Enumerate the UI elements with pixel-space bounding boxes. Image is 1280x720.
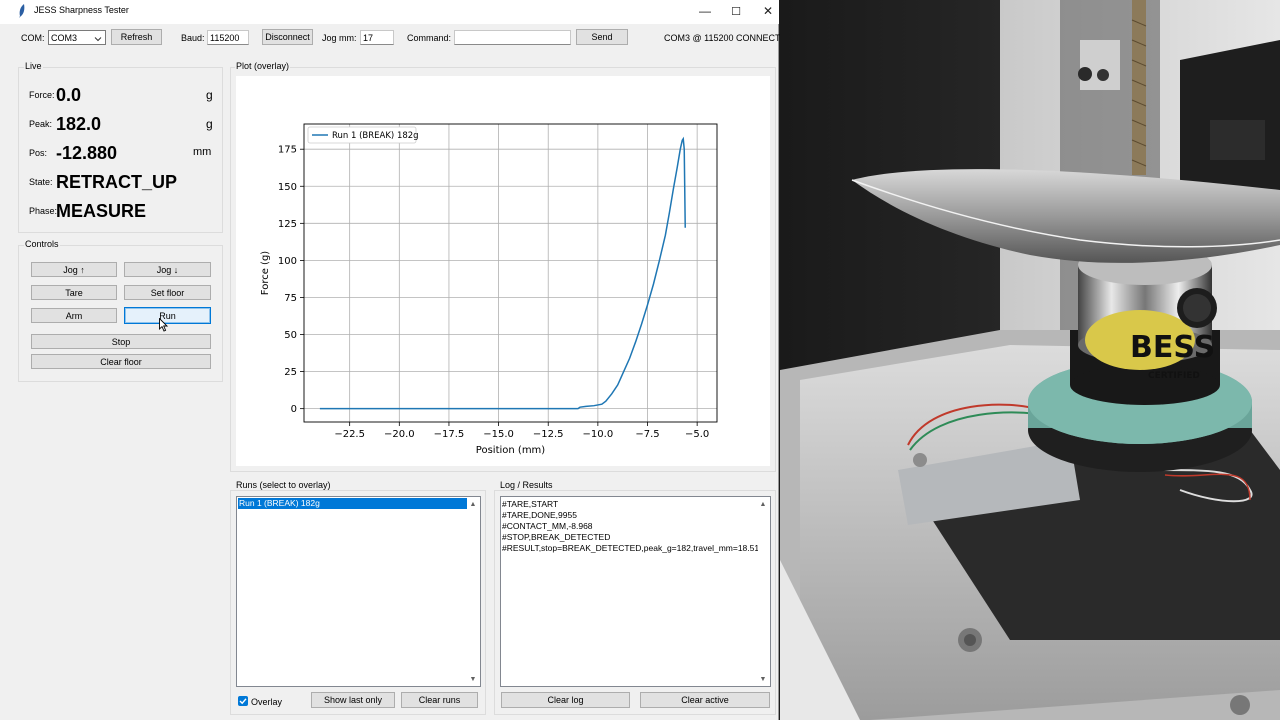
show-last-only-button[interactable]: Show last only bbox=[311, 692, 395, 708]
baud-label: Baud: bbox=[181, 33, 205, 43]
y-tick-label: 0 bbox=[291, 404, 297, 415]
log-line: #TARE,START bbox=[502, 499, 559, 509]
clear-floor-button[interactable]: Clear floor bbox=[31, 354, 211, 369]
legend-label: Run 1 (BREAK) 182g bbox=[332, 131, 419, 141]
com-select-value: COM3 bbox=[51, 32, 78, 43]
list-item[interactable]: Run 1 (BREAK) 182g bbox=[238, 498, 467, 509]
checkmark-icon bbox=[239, 698, 247, 705]
pos-label: Pos: bbox=[29, 148, 48, 158]
minimize-icon: — bbox=[699, 4, 711, 18]
phase-label: Phase: bbox=[29, 206, 58, 216]
arm-button[interactable]: Arm bbox=[31, 308, 117, 323]
overlay-checkbox[interactable] bbox=[238, 696, 248, 706]
com-label: COM: bbox=[21, 33, 45, 43]
log-line: #STOP,BREAK_DETECTED bbox=[502, 532, 611, 542]
window-title: JESS Sharpness Tester bbox=[34, 5, 129, 15]
state-label: State: bbox=[29, 177, 53, 187]
scroll-down-icon[interactable]: ▼ bbox=[758, 674, 768, 684]
plot-canvas[interactable]: −22.5 −20.0 −17.5 −15.0 −12.5 −10.0 −7.5 −5.0 0… bbox=[236, 76, 770, 466]
send-button[interactable]: Send bbox=[576, 29, 628, 45]
set-floor-button[interactable]: Set floor bbox=[124, 285, 211, 300]
y-tick-label: 100 bbox=[278, 256, 297, 267]
jog-down-button[interactable]: Jog ↓ bbox=[124, 262, 211, 277]
jog-mm-label: Jog mm: bbox=[322, 33, 357, 43]
live-frame-title: Live bbox=[24, 61, 43, 71]
chart-legend: Run 1 (BREAK) 182g bbox=[307, 126, 419, 144]
command-input[interactable] bbox=[454, 30, 571, 45]
title-bar: JESS Sharpness Tester — ☐ ✕ bbox=[0, 0, 779, 24]
scroll-down-icon[interactable]: ▼ bbox=[468, 674, 478, 684]
force-label: Force: bbox=[29, 90, 55, 100]
plot-frame-title: Plot (overlay) bbox=[235, 61, 291, 71]
y-tick-label: 125 bbox=[278, 219, 297, 230]
baud-input[interactable]: 115200 bbox=[207, 30, 249, 45]
maximize-icon: ☐ bbox=[731, 5, 741, 18]
log-line: #RESULT,stop=BREAK_DETECTED,peak_g=182,t… bbox=[502, 543, 758, 553]
com-select[interactable]: COM3 bbox=[48, 30, 106, 45]
tester-photo-illustration: BESS CERTIFIED bbox=[780, 0, 1280, 720]
y-axis-ticks: 0 25 50 75 100 125 150 175 bbox=[278, 145, 304, 415]
camera-photo: BESS CERTIFIED bbox=[780, 0, 1280, 720]
connection-status: COM3 @ 115200 CONNECTED bbox=[664, 33, 794, 43]
clear-log-button[interactable]: Clear log bbox=[501, 692, 630, 708]
scroll-up-icon[interactable]: ▲ bbox=[468, 499, 478, 509]
x-tick-label: −20.0 bbox=[384, 429, 415, 440]
force-position-chart: −22.5 −20.0 −17.5 −15.0 −12.5 −10.0 −7.5 −5.0 0… bbox=[260, 123, 718, 456]
chart-series bbox=[319, 136, 686, 410]
x-tick-label: −7.5 bbox=[635, 429, 659, 440]
force-unit: g bbox=[206, 88, 213, 102]
log-frame-title: Log / Results bbox=[499, 480, 554, 490]
scroll-up-icon[interactable]: ▲ bbox=[758, 499, 768, 509]
jog-mm-input[interactable]: 17 bbox=[360, 30, 394, 45]
close-icon: ✕ bbox=[762, 4, 774, 18]
x-axis-label: Position (mm) bbox=[476, 445, 545, 456]
y-tick-label: 150 bbox=[278, 182, 297, 193]
x-tick-label: −10.0 bbox=[583, 429, 614, 440]
minimize-button[interactable]: — bbox=[689, 0, 721, 22]
x-tick-label: −5.0 bbox=[685, 429, 709, 440]
app-feather-icon bbox=[19, 4, 25, 18]
command-label: Command: bbox=[407, 33, 452, 43]
pos-value: -12.880 bbox=[56, 143, 118, 163]
phase-value: MEASURE bbox=[56, 201, 147, 221]
overlay-label: Overlay bbox=[251, 697, 283, 707]
bess-logo-sub: CERTIFIED bbox=[1148, 371, 1200, 381]
y-tick-label: 175 bbox=[278, 145, 297, 156]
peak-label: Peak: bbox=[29, 119, 53, 129]
refresh-button[interactable]: Refresh bbox=[111, 29, 162, 45]
peak-unit: g bbox=[206, 117, 213, 131]
y-tick-label: 25 bbox=[284, 367, 297, 378]
bess-logo: BESS bbox=[1130, 330, 1215, 365]
stop-button[interactable]: Stop bbox=[31, 334, 211, 349]
mouse-cursor-icon bbox=[159, 318, 169, 332]
disconnect-button[interactable]: Disconnect bbox=[262, 29, 313, 45]
controls-frame-title: Controls bbox=[24, 239, 60, 249]
runs-listbox[interactable]: Run 1 (BREAK) 182g ▲ ▼ bbox=[236, 496, 481, 687]
y-axis-label: Force (g) bbox=[260, 251, 271, 295]
x-tick-label: −12.5 bbox=[533, 429, 564, 440]
state-value: RETRACT_UP bbox=[56, 172, 178, 192]
y-tick-label: 75 bbox=[284, 293, 297, 304]
x-tick-label: −17.5 bbox=[434, 429, 465, 440]
jog-up-button[interactable]: Jog ↑ bbox=[31, 262, 117, 277]
app-window: JESS Sharpness Tester — ☐ ✕ COM: COM3 Re… bbox=[0, 0, 793, 720]
pos-unit: mm bbox=[193, 146, 212, 158]
log-line: #CONTACT_MM,-8.968 bbox=[502, 521, 593, 531]
x-tick-label: −22.5 bbox=[334, 429, 365, 440]
chevron-down-icon bbox=[94, 37, 102, 42]
clear-active-button[interactable]: Clear active bbox=[640, 692, 770, 708]
axes-frame bbox=[303, 123, 718, 423]
clear-runs-button[interactable]: Clear runs bbox=[401, 692, 478, 708]
series-line bbox=[319, 136, 686, 410]
chart-grid bbox=[304, 124, 717, 422]
tare-button[interactable]: Tare bbox=[31, 285, 117, 300]
x-axis-ticks: −22.5 −20.0 −17.5 −15.0 −12.5 −10.0 −7.5 −5.0 bbox=[334, 422, 709, 440]
force-value: 0.0 bbox=[56, 85, 82, 105]
y-tick-label: 50 bbox=[284, 330, 297, 341]
maximize-button[interactable]: ☐ bbox=[720, 0, 752, 22]
runs-frame-title: Runs (select to overlay) bbox=[235, 480, 332, 490]
x-tick-label: −15.0 bbox=[483, 429, 514, 440]
log-line: #TARE,DONE,9955 bbox=[502, 510, 577, 520]
peak-value: 182.0 bbox=[56, 114, 102, 134]
